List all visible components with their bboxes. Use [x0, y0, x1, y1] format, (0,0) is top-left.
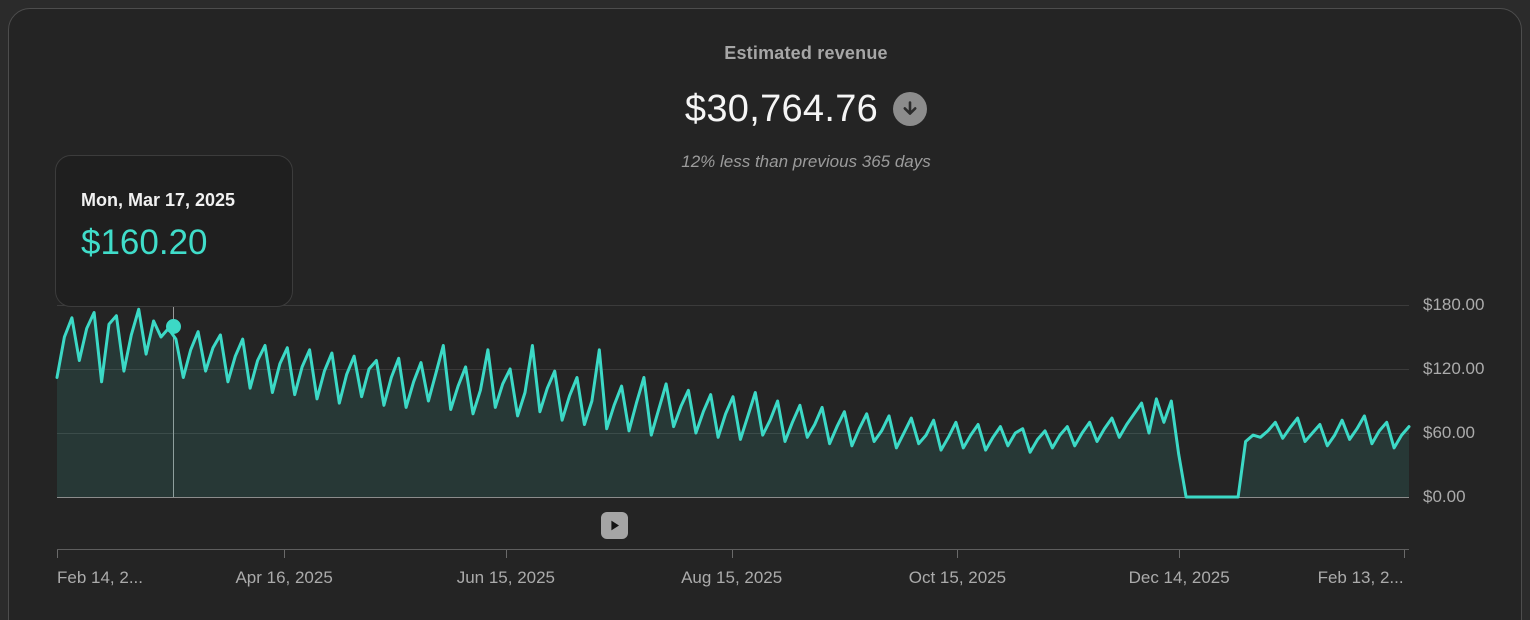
- y-axis-label: $0.00: [1423, 486, 1466, 508]
- revenue-chart-plot[interactable]: [57, 305, 1409, 497]
- x-axis-label: Dec 14, 2025: [1129, 568, 1230, 588]
- arrow-down-glyph: [900, 99, 920, 119]
- analytics-panel: Estimated revenue $30,764.76 12% less th…: [0, 0, 1530, 620]
- y-axis-label: $60.00: [1423, 422, 1475, 444]
- revenue-line-chart: [57, 305, 1409, 497]
- tooltip-value: $160.20: [81, 223, 267, 263]
- x-axis-line: [57, 549, 1409, 550]
- x-axis-tick: [732, 550, 733, 558]
- metric-value-row: $30,764.76: [73, 85, 1530, 133]
- x-axis-tick: [506, 550, 507, 558]
- y-axis-label: $120.00: [1423, 358, 1484, 380]
- x-axis-label: Jun 15, 2025: [457, 568, 555, 588]
- x-axis-label: Feb 13, 2...: [1318, 568, 1404, 588]
- x-axis-tick: [284, 550, 285, 558]
- selected-point-dot: [166, 319, 181, 334]
- tooltip-date: Mon, Mar 17, 2025: [81, 190, 267, 211]
- x-axis-label: Apr 16, 2025: [235, 568, 332, 588]
- x-axis-tick: [57, 550, 58, 558]
- metric-title: Estimated revenue: [73, 43, 1530, 64]
- video-publish-marker[interactable]: [601, 512, 628, 539]
- metric-value: $30,764.76: [685, 88, 878, 131]
- x-axis-tick: [1404, 550, 1405, 558]
- x-axis-label: Feb 14, 2...: [57, 568, 143, 588]
- x-axis-label: Aug 15, 2025: [681, 568, 782, 588]
- chart-tooltip: Mon, Mar 17, 2025 $160.20: [55, 155, 293, 307]
- x-axis-tick: [1179, 550, 1180, 558]
- x-axis-label: Oct 15, 2025: [909, 568, 1006, 588]
- play-icon: [608, 519, 621, 532]
- download-icon[interactable]: [893, 92, 927, 126]
- y-axis-label: $180.00: [1423, 294, 1484, 316]
- revenue-card: Estimated revenue $30,764.76 12% less th…: [8, 8, 1522, 620]
- x-axis-tick: [957, 550, 958, 558]
